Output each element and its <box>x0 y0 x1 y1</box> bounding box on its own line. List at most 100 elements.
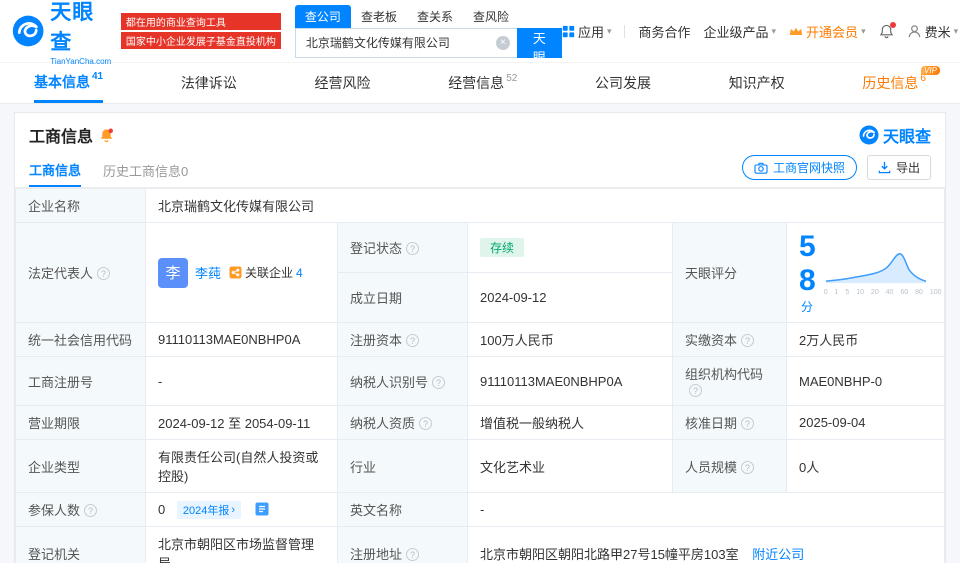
tab-legal-label: 法律诉讼 <box>181 73 237 93</box>
export-button[interactable]: 导出 <box>867 155 931 180</box>
search-tab-company[interactable]: 查公司 <box>295 5 351 28</box>
promo-line1: 都在用的商业查询工具 <box>121 13 281 30</box>
tab-operation-label: 经营信息 <box>448 73 504 93</box>
search-tab-boss[interactable]: 查老板 <box>351 5 407 28</box>
nav-enterprise[interactable]: 企业级产品 ▾ <box>704 22 777 41</box>
legal-rep-link[interactable]: 李莼 <box>195 263 221 282</box>
credit-code-label: 统一社会信用代码 <box>16 323 146 357</box>
reg-number-label: 工商注册号 <box>16 357 146 406</box>
score-chart[interactable]: 0 1 5 10 20 40 60 80 100 <box>824 249 942 296</box>
help-icon[interactable]: ? <box>406 548 419 561</box>
credit-code-value: 91110113MAE0NBHP0A <box>146 323 338 357</box>
taxpayer-quality-label: 纳税人资质? <box>338 406 468 440</box>
camera-icon <box>754 162 768 174</box>
search-input[interactable] <box>295 28 517 58</box>
table-row: 营业期限 2024-09-12 至 2054-09-11 纳税人资质? 增值税一… <box>16 406 945 440</box>
est-date-value: 2024-09-12 <box>468 273 673 323</box>
subtab-bar: 工商信息 历史工商信息0 工商官网快照 导出 <box>15 153 945 188</box>
search-button[interactable]: 天眼一下 <box>517 28 562 58</box>
insured-cell: 0 2024年报› <box>146 493 338 527</box>
promo-banner: 都在用的商业查询工具 国家中小企业发展子基金直投机构 <box>121 13 281 49</box>
subtab-history-business-info[interactable]: 历史工商信息0 <box>103 154 188 186</box>
tab-ip[interactable]: 知识产权 <box>729 63 785 103</box>
table-row: 法定代表人? 李 李莼 关联企业 4 <box>16 223 945 273</box>
subtab-history-count: 0 <box>181 164 188 179</box>
avatar[interactable]: 李 <box>158 258 188 288</box>
reg-address-value: 北京市朝阳区朝阳北路甲27号15幢平房103室 <box>480 547 739 562</box>
tab-ip-label: 知识产权 <box>729 73 785 93</box>
annual-report-badge[interactable]: 2024年报› <box>177 501 241 519</box>
related-companies-icon <box>229 266 242 279</box>
taxpayer-id-value: 91110113MAE0NBHP0A <box>468 357 673 406</box>
subtab-business-info[interactable]: 工商信息 <box>29 153 81 187</box>
nav-vip[interactable]: 开通会员 ▾ <box>789 22 866 41</box>
table-row: 工商注册号 - 纳税人识别号? 91110113MAE0NBHP0A 组织机构代… <box>16 357 945 406</box>
taxpayer-id-label: 纳税人识别号? <box>338 357 468 406</box>
taxpayer-quality-value: 增值税一般纳税人 <box>468 406 673 440</box>
page-content: 工商信息 天眼查 工商信息 历史工商信息0 <box>0 104 960 563</box>
nearby-companies-link[interactable]: 附近公司 <box>752 547 804 562</box>
watermark-label: 天眼查 <box>883 123 931 147</box>
report-detail-icon[interactable] <box>255 502 269 516</box>
nav-cooperation[interactable]: 商务合作 <box>638 22 690 41</box>
chevron-down-icon: ▾ <box>772 26 777 37</box>
section-title: 工商信息 <box>29 123 93 147</box>
staff-size-label: 人员规模? <box>673 440 787 493</box>
clear-icon[interactable]: × <box>496 36 510 50</box>
nav-apps[interactable]: 应用 ▾ <box>562 22 612 41</box>
nav-user[interactable]: 费米 ▾ <box>907 22 959 41</box>
related-companies-link[interactable]: 关联企业 4 <box>229 264 303 281</box>
tab-development[interactable]: 公司发展 <box>595 63 651 103</box>
insured-label-text: 参保人数 <box>28 503 80 518</box>
help-icon[interactable]: ? <box>741 334 754 347</box>
tab-operation-count: 52 <box>506 73 517 84</box>
help-icon[interactable]: ? <box>419 417 432 430</box>
staff-size-value: 0人 <box>787 440 945 493</box>
english-name-value: - <box>468 493 945 527</box>
help-icon[interactable]: ? <box>741 461 754 474</box>
tianyancha-watermark: 天眼查 <box>859 123 931 147</box>
reg-address-label: 注册地址? <box>338 527 468 563</box>
crown-icon <box>789 26 803 37</box>
tab-operation[interactable]: 经营信息 52 <box>448 63 517 103</box>
reg-capital-label-text: 注册资本 <box>350 333 402 348</box>
table-row: 参保人数? 0 2024年报› 英文名称 - <box>16 493 945 527</box>
paid-capital-label: 实缴资本? <box>673 323 787 357</box>
company-nav-tabs: 基本信息 41 法律诉讼 经营风险 经营信息 52 公司发展 知识产权 历史信息… <box>0 62 960 104</box>
tab-risk[interactable]: 经营风险 <box>315 63 371 103</box>
nav-enterprise-label: 企业级产品 <box>704 22 769 41</box>
industry-label: 行业 <box>338 440 468 493</box>
vip-badge: VIP <box>921 66 940 75</box>
business-info-card: 工商信息 天眼查 工商信息 历史工商信息0 <box>14 112 946 563</box>
tab-basic-info[interactable]: 基本信息 41 <box>34 63 103 103</box>
official-snapshot-button[interactable]: 工商官网快照 <box>742 155 857 180</box>
taxpayer-quality-label-text: 纳税人资质 <box>350 416 415 431</box>
tab-history-label: 历史信息 <box>862 73 918 93</box>
help-icon[interactable]: ? <box>84 504 97 517</box>
search-tab-relation[interactable]: 查关系 <box>407 5 463 28</box>
tab-history-info[interactable]: 历史信息 6 VIP <box>862 63 926 103</box>
help-icon[interactable]: ? <box>406 334 419 347</box>
chevron-down-icon: ▾ <box>954 26 959 37</box>
logo[interactable]: 天眼查 TianYanCha.com <box>12 0 113 66</box>
tianyancha-logo-icon <box>859 125 879 145</box>
search-tab-risk[interactable]: 查风险 <box>463 5 519 28</box>
monitor-bell-icon[interactable] <box>99 128 114 143</box>
help-icon[interactable]: ? <box>741 417 754 430</box>
score-axis: 0 1 5 10 20 40 60 80 100 <box>824 289 942 296</box>
help-icon[interactable]: ? <box>406 242 419 255</box>
help-icon[interactable]: ? <box>689 384 702 397</box>
table-row: 企业类型 有限责任公司(自然人投资或控股) 行业 文化艺术业 人员规模? 0人 <box>16 440 945 493</box>
business-info-table: 企业名称 北京瑞鹤文化传媒有限公司 法定代表人? 李 李莼 <box>15 188 945 563</box>
top-header: 天眼查 TianYanCha.com 都在用的商业查询工具 国家中小企业发展子基… <box>0 0 960 62</box>
help-icon[interactable]: ? <box>432 376 445 389</box>
org-code-label: 组织机构代码? <box>673 357 787 406</box>
notification-bell-icon[interactable] <box>879 24 894 39</box>
help-icon[interactable]: ? <box>97 267 110 280</box>
score-distribution-chart <box>824 249 928 285</box>
legal-rep-cell: 李 李莼 关联企业 4 <box>146 223 338 323</box>
chevron-down-icon: ▾ <box>861 26 866 37</box>
tab-legal[interactable]: 法律诉讼 <box>181 63 237 103</box>
reg-address-label-text: 注册地址 <box>350 547 402 562</box>
insured-value: 0 <box>158 502 165 517</box>
